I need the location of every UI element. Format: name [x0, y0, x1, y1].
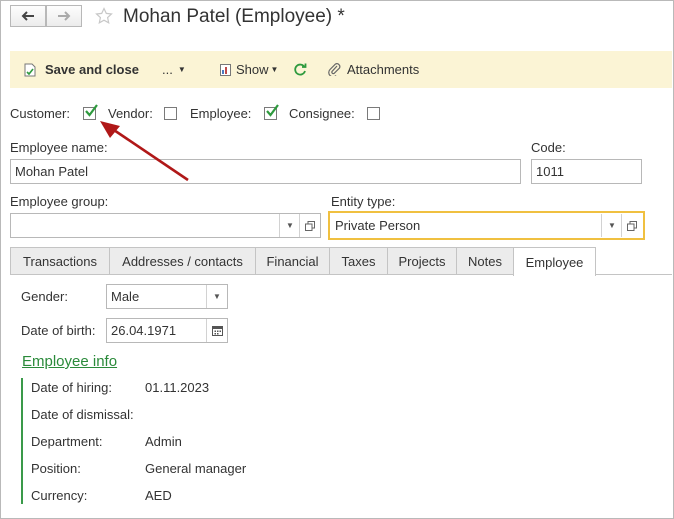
paperclip-icon [328, 63, 341, 76]
employee-name-label: Employee name: [10, 140, 108, 155]
forward-button[interactable] [46, 5, 82, 27]
date-of-birth-label: Date of birth: [21, 323, 96, 338]
customer-label: Customer: [10, 106, 70, 121]
employee-group-field[interactable]: ▼ [10, 213, 321, 238]
gender-dropdown-button[interactable]: ▼ [206, 285, 227, 308]
refresh-button[interactable] [294, 51, 307, 88]
open-form-icon [627, 220, 637, 231]
employee-group-open-button[interactable] [299, 214, 320, 237]
date-of-birth-value: 26.04.1971 [111, 323, 177, 338]
date-of-dismissal-label: Date of dismissal: [31, 407, 134, 422]
currency-value: AED [145, 488, 172, 503]
more-actions-button[interactable]: ... ▼ [162, 51, 186, 88]
customer-checkbox[interactable] [83, 104, 98, 120]
report-icon [220, 63, 231, 76]
calendar-button[interactable] [206, 319, 227, 342]
more-label: ... [162, 62, 173, 77]
save-and-close-label: Save and close [45, 62, 139, 77]
code-input[interactable]: 1011 [531, 159, 642, 184]
tab-projects[interactable]: Projects [387, 247, 457, 274]
tab-addresses-contacts[interactable]: Addresses / contacts [109, 247, 256, 274]
checkmark-icon [85, 104, 98, 117]
date-of-hiring-value: 01.11.2023 [145, 380, 210, 395]
tab-transactions[interactable]: Transactions [10, 247, 110, 274]
position-value: General manager [145, 461, 247, 476]
consignee-label: Consignee: [289, 106, 355, 121]
entity-type-open-button[interactable] [621, 214, 642, 237]
refresh-icon [294, 63, 307, 76]
entity-type-dropdown-button[interactable]: ▼ [601, 214, 622, 237]
tab-notes[interactable]: Notes [456, 247, 514, 274]
currency-label: Currency: [31, 488, 88, 503]
chevron-down-icon: ▼ [608, 221, 616, 230]
chevron-down-icon: ▼ [286, 221, 294, 230]
star-icon[interactable] [95, 7, 113, 28]
employee-label: Employee: [190, 106, 252, 121]
employee-name-input[interactable]: Mohan Patel [10, 159, 521, 184]
code-label: Code: [531, 140, 566, 155]
chevron-down-icon: ▼ [213, 292, 221, 301]
tab-taxes[interactable]: Taxes [329, 247, 388, 274]
employee-info-link[interactable]: Employee info [22, 353, 117, 370]
entity-type-value: Private Person [335, 218, 421, 233]
calendar-icon [211, 326, 223, 336]
window-title: Mohan Patel (Employee) * [123, 6, 345, 27]
toolbar: Save and close ... ▼ Show ▼ Attachments [10, 51, 672, 88]
date-of-birth-input[interactable]: 26.04.1971 [106, 318, 228, 343]
chevron-down-icon: ▼ [177, 65, 186, 74]
employee-group-label: Employee group: [10, 194, 109, 209]
back-button[interactable] [10, 5, 46, 27]
date-of-hiring-label: Date of hiring: [31, 380, 112, 395]
position-label: Position: [31, 461, 81, 476]
consignee-checkbox[interactable] [367, 107, 380, 120]
show-label: Show [236, 62, 269, 77]
open-form-icon [305, 220, 315, 231]
employee-checkbox[interactable] [264, 104, 279, 120]
show-menu-button[interactable]: Show ▼ [220, 51, 278, 88]
gender-value: Male [111, 289, 140, 304]
chevron-down-icon: ▼ [270, 65, 279, 74]
department-label: Department: [31, 434, 103, 449]
employee-group-dropdown-button[interactable]: ▼ [279, 214, 300, 237]
attachments-button[interactable]: Attachments [328, 51, 419, 88]
gender-select[interactable]: Male ▼ [106, 284, 228, 309]
gender-label: Gender: [21, 289, 68, 304]
attachments-label: Attachments [347, 62, 420, 77]
tab-employee[interactable]: Employee [513, 247, 596, 276]
entity-type-label: Entity type: [331, 194, 396, 209]
checkmark-icon [266, 104, 279, 117]
employee-info-group-bar [21, 378, 23, 504]
arrow-right-icon [58, 11, 71, 21]
annotation-arrow-icon [100, 121, 189, 182]
save-and-close-button[interactable]: Save and close [24, 51, 139, 88]
tab-financial[interactable]: Financial [255, 247, 330, 274]
department-value: Admin [145, 434, 182, 449]
document-save-icon [24, 63, 36, 76]
entity-type-field[interactable]: Private Person ▼ [328, 211, 645, 240]
arrow-left-icon [21, 11, 34, 21]
